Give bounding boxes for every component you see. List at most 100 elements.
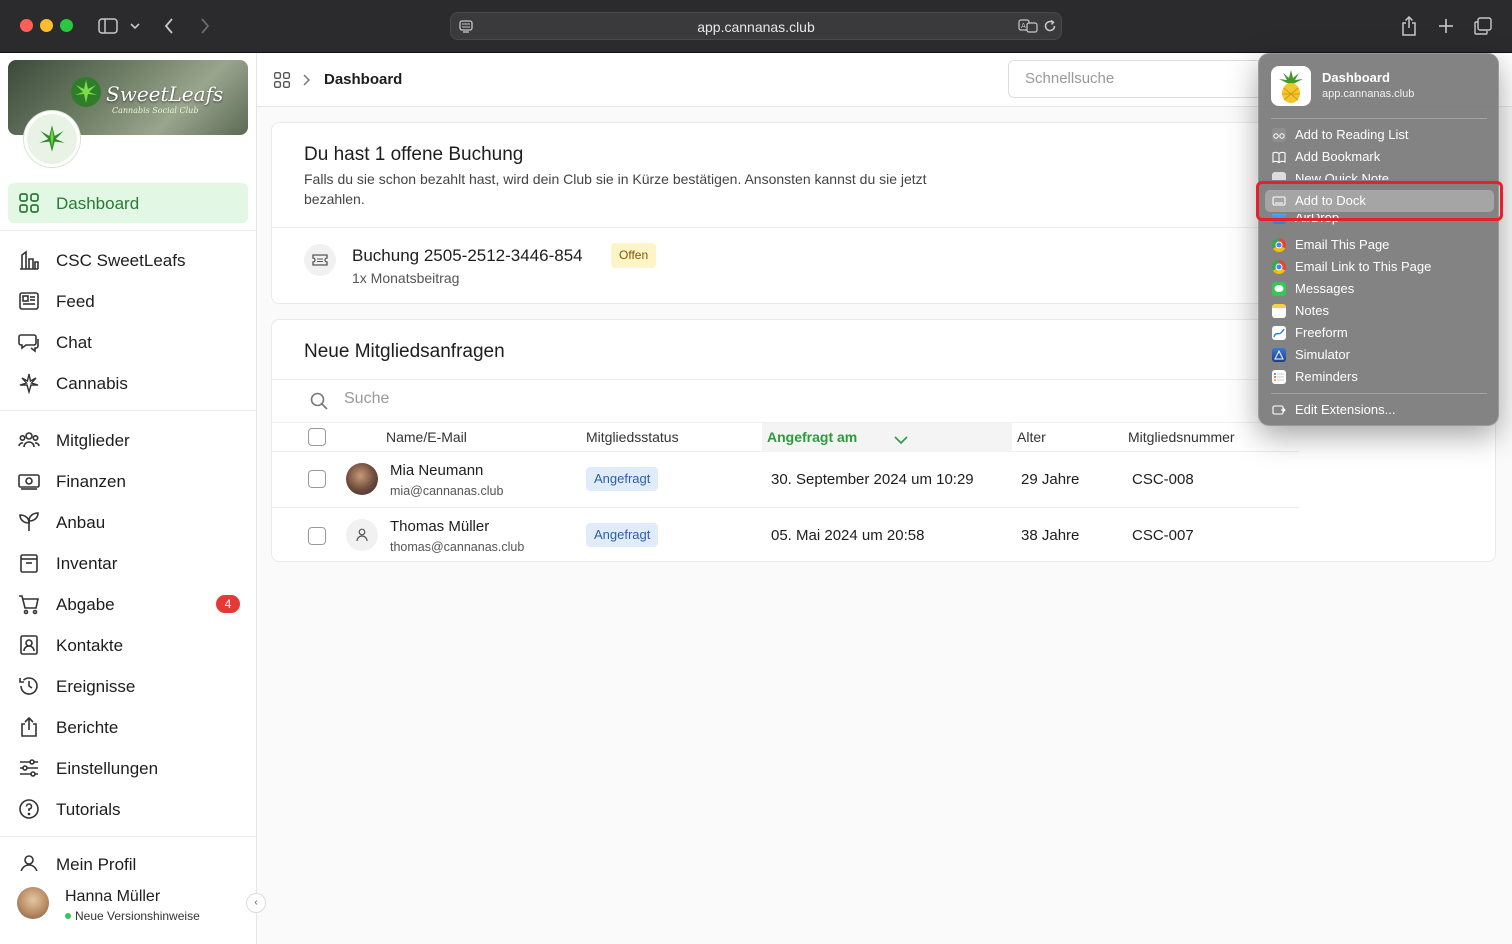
menu-item-messages[interactable]: Messages: [1265, 278, 1494, 300]
menu-item-add-bookmark[interactable]: Add Bookmark: [1265, 146, 1494, 168]
menu-item-add-to-reading-list[interactable]: Add to Reading List: [1265, 124, 1494, 146]
menu-item-email-link[interactable]: Email Link to This Page: [1265, 256, 1494, 278]
cart-icon: [19, 595, 39, 615]
help-icon: [19, 799, 39, 819]
sidebar-item-label: Tutorials: [56, 800, 121, 819]
sidebar-item-kontakte[interactable]: Kontakte: [8, 625, 248, 665]
menu-item-label: Add Bookmark: [1295, 149, 1381, 164]
notification-badge: 4: [216, 595, 240, 613]
online-status-dot: [65, 913, 71, 919]
pineapple-icon: [1271, 66, 1311, 106]
requested-date: 30. September 2024 um 10:29: [771, 471, 974, 488]
brand-name: SweetLeafs: [106, 82, 224, 106]
release-notes-link[interactable]: Neue Versionshinweise: [75, 909, 200, 923]
booking-title[interactable]: Buchung 2505-2512-3446-854: [352, 246, 583, 266]
table-search[interactable]: [272, 380, 1299, 422]
status-badge: Angefragt: [586, 467, 659, 491]
user-icon: [356, 528, 368, 542]
column-header-status[interactable]: Mitgliedsstatus: [586, 429, 679, 445]
sidebar-item-label: Anbau: [56, 513, 106, 532]
menu-item-label: Freeform: [1295, 325, 1348, 340]
member-email: mia@cannanas.club: [390, 484, 504, 498]
table-row[interactable]: Thomas Müller thomas@cannanas.club Angef…: [272, 508, 1299, 564]
menu-item-email-this-page[interactable]: Email This Page: [1265, 234, 1494, 256]
back-icon[interactable]: [160, 14, 178, 38]
grid-icon[interactable]: [273, 71, 291, 94]
share-page-title: Dashboard: [1322, 70, 1390, 85]
sidebar-item-finanzen[interactable]: Finanzen: [8, 461, 248, 501]
breadcrumb: Dashboard: [324, 71, 403, 88]
sidebar-item-dashboard[interactable]: Dashboard: [8, 183, 248, 223]
menu-divider: [1271, 118, 1487, 119]
column-header-age[interactable]: Alter: [1017, 429, 1046, 445]
column-header-name[interactable]: Name/E-Mail: [386, 429, 467, 445]
member-number: CSC-007: [1132, 527, 1194, 544]
collapse-sidebar-button[interactable]: ‹: [246, 893, 266, 913]
menu-item-reminders[interactable]: Reminders: [1265, 366, 1494, 388]
table-row[interactable]: Mia Neumann mia@cannanas.club Angefragt …: [272, 452, 1299, 508]
zoom-window-button[interactable]: [60, 19, 73, 32]
menu-item-notes[interactable]: Notes: [1265, 300, 1494, 322]
avatar: [346, 519, 378, 551]
forward-icon[interactable]: [196, 14, 214, 38]
sidebar-item-anbau[interactable]: Anbau: [8, 502, 248, 542]
menu-item-new-quick-note[interactable]: New Quick Note: [1265, 168, 1494, 180]
sidebar-item-label: Mitglieder: [56, 431, 130, 450]
close-window-button[interactable]: [20, 19, 33, 32]
chevron-down-icon[interactable]: [128, 14, 142, 38]
column-header-requested-at[interactable]: Angefragt am: [767, 429, 857, 445]
highlight-annotation: [1256, 181, 1503, 221]
ticket-icon: [304, 244, 336, 276]
notes-icon: [1272, 304, 1286, 318]
share-icon[interactable]: [1398, 14, 1420, 38]
card-title: Du hast 1 offene Buchung: [304, 144, 524, 165]
cannabis-leaf-icon: [71, 77, 101, 107]
sidebar-divider: [0, 836, 256, 837]
reload-icon[interactable]: [1043, 19, 1057, 38]
sidebar-item-tutorials[interactable]: Tutorials: [8, 789, 248, 829]
select-all-checkbox[interactable]: [308, 428, 326, 446]
sidebar-item-feed[interactable]: Feed: [8, 281, 248, 321]
cannabis-leaf-icon: [19, 373, 39, 394]
address-bar[interactable]: app.cannanas.club A: [450, 12, 1062, 40]
chevron-down-icon[interactable]: [894, 432, 908, 450]
menu-item-freeform[interactable]: Freeform: [1265, 322, 1494, 344]
sidebar-item-label: Cannabis: [56, 374, 128, 393]
quick-search-input[interactable]: [1025, 70, 1265, 87]
new-tab-icon[interactable]: [1435, 14, 1457, 38]
sidebar-item-label: Ereignisse: [56, 677, 136, 696]
sidebar-item-label: Mein Profil: [56, 855, 137, 871]
translate-icon[interactable]: A: [1018, 19, 1038, 38]
search-input[interactable]: [344, 390, 944, 408]
sidebar-item-berichte[interactable]: Berichte: [8, 707, 248, 747]
tab-overview-icon[interactable]: [1472, 14, 1494, 38]
sidebar-item-chat[interactable]: Chat: [8, 322, 248, 362]
menu-item-edit-extensions[interactable]: Edit Extensions...: [1265, 399, 1494, 421]
menu-item-simulator[interactable]: Simulator: [1265, 344, 1494, 366]
requested-date: 05. Mai 2024 um 20:58: [771, 527, 925, 544]
sidebar-item-inventar[interactable]: Inventar: [8, 543, 248, 583]
column-header-member-number[interactable]: Mitgliedsnummer: [1128, 429, 1235, 445]
row-checkbox[interactable]: [308, 527, 326, 545]
member-email: thomas@cannanas.club: [390, 540, 525, 554]
sidebar-item-label: Inventar: [56, 554, 118, 573]
quick-search[interactable]: [1008, 60, 1288, 98]
sidebar-divider: [0, 410, 256, 411]
sidebar-item-cannabis[interactable]: Cannabis: [8, 363, 248, 403]
current-user[interactable]: Hanna Müller Neue Versionshinweise: [0, 871, 256, 944]
menu-divider: [1271, 393, 1487, 394]
sidebar-item-mitglieder[interactable]: Mitglieder: [8, 420, 248, 460]
member-number: CSC-008: [1132, 471, 1194, 488]
sidebar-item-abgabe[interactable]: Abgabe 4: [8, 584, 248, 624]
sidebar-item-einstellungen[interactable]: Einstellungen: [8, 748, 248, 788]
chrome-icon: [1272, 260, 1286, 274]
sidebar-item-ereignisse[interactable]: Ereignisse: [8, 666, 248, 706]
sidebar-item-csc-sweetleafs[interactable]: CSC SweetLeafs: [8, 240, 248, 280]
sidebar-item-mein-profil[interactable]: Mein Profil: [8, 844, 248, 871]
chat-icon: [18, 334, 39, 353]
sidebar-toggle-icon[interactable]: [97, 14, 119, 38]
avatar: [17, 887, 49, 919]
user-name: Hanna Müller: [65, 888, 161, 905]
minimize-window-button[interactable]: [40, 19, 53, 32]
row-checkbox[interactable]: [308, 470, 326, 488]
